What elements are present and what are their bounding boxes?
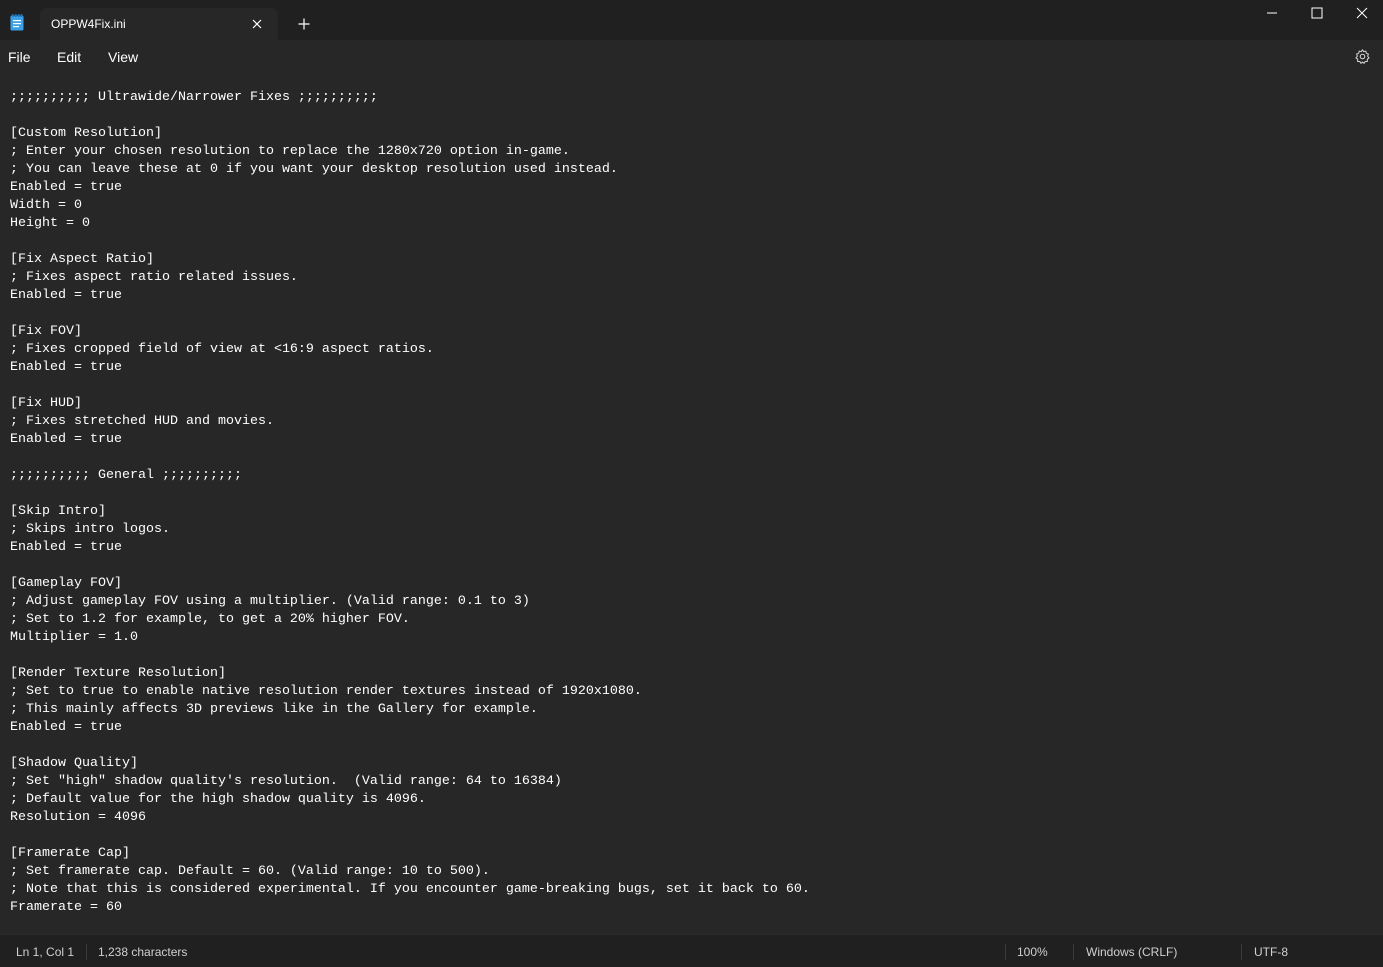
editor-line[interactable]: ; Enter your chosen resolution to replac… xyxy=(10,143,810,161)
editor-line[interactable] xyxy=(10,377,810,395)
editor-line[interactable]: [Skip Intro] xyxy=(10,503,810,521)
maximize-icon xyxy=(1311,7,1323,19)
editor-line[interactable]: ; Set to 1.2 for example, to get a 20% h… xyxy=(10,611,810,629)
editor-line[interactable]: [Fix Aspect Ratio] xyxy=(10,251,810,269)
close-icon xyxy=(1356,7,1368,19)
status-bar: Ln 1, Col 1 1,238 characters 100% Window… xyxy=(0,934,1383,967)
status-divider xyxy=(1073,944,1074,960)
editor-line[interactable]: ; Fixes cropped field of view at <16:9 a… xyxy=(10,341,810,359)
editor-line[interactable]: Resolution = 4096 xyxy=(10,809,810,827)
editor-line[interactable]: ; Fixes stretched HUD and movies. xyxy=(10,413,810,431)
editor-line[interactable]: [Render Texture Resolution] xyxy=(10,665,810,683)
editor-line[interactable] xyxy=(10,485,810,503)
text-editor[interactable]: ;;;;;;;;;; Ultrawide/Narrower Fixes ;;;;… xyxy=(0,74,1383,934)
gear-icon[interactable] xyxy=(1354,48,1371,65)
editor-line[interactable]: Enabled = true xyxy=(10,359,810,377)
editor-line[interactable]: ; Adjust gameplay FOV using a multiplier… xyxy=(10,593,810,611)
tab-title: OPPW4Fix.ini xyxy=(51,17,126,31)
editor-line[interactable] xyxy=(10,827,810,845)
menu-edit[interactable]: Edit xyxy=(57,49,81,65)
editor-line[interactable]: Width = 0 xyxy=(10,197,810,215)
editor-line[interactable] xyxy=(10,107,810,125)
editor-line[interactable]: Height = 0 xyxy=(10,215,810,233)
minimize-button[interactable] xyxy=(1249,0,1295,28)
editor-line[interactable]: [Gameplay FOV] xyxy=(10,575,810,593)
editor-line[interactable]: ; This mainly affects 3D previews like i… xyxy=(10,701,810,719)
editor-line[interactable]: [Framerate Cap] xyxy=(10,845,810,863)
zoom-level[interactable]: 100% xyxy=(1017,945,1048,959)
notepad-icon xyxy=(10,14,24,31)
editor-line[interactable] xyxy=(10,647,810,665)
notepad-window: OPPW4Fix.ini File Edit View ;;;;;;;;;; U… xyxy=(0,0,1383,967)
encoding[interactable]: UTF-8 xyxy=(1254,945,1288,959)
editor-line[interactable]: Multiplier = 1.0 xyxy=(10,629,810,647)
editor-line[interactable]: ; Skips intro logos. xyxy=(10,521,810,539)
editor-line[interactable]: Enabled = true xyxy=(10,719,810,737)
menu-view[interactable]: View xyxy=(108,49,138,65)
close-window-button[interactable] xyxy=(1339,0,1383,28)
title-bar: OPPW4Fix.ini xyxy=(0,0,1383,40)
editor-line[interactable] xyxy=(10,737,810,755)
editor-line[interactable]: ; Set "high" shadow quality's resolution… xyxy=(10,773,810,791)
editor-line[interactable]: Enabled = true xyxy=(10,539,810,557)
editor-line[interactable]: [Fix HUD] xyxy=(10,395,810,413)
status-divider xyxy=(86,944,87,960)
editor-content[interactable]: ;;;;;;;;;; Ultrawide/Narrower Fixes ;;;;… xyxy=(10,89,810,917)
editor-line[interactable] xyxy=(10,557,810,575)
tab-oppw4fix[interactable]: OPPW4Fix.ini xyxy=(40,8,278,40)
editor-line[interactable]: ; Note that this is considered experimen… xyxy=(10,881,810,899)
editor-line[interactable]: [Custom Resolution] xyxy=(10,125,810,143)
menu-file[interactable]: File xyxy=(8,49,31,65)
editor-line[interactable]: ; Set framerate cap. Default = 60. (Vali… xyxy=(10,863,810,881)
character-count: 1,238 characters xyxy=(98,945,188,959)
editor-line[interactable]: [Shadow Quality] xyxy=(10,755,810,773)
editor-line[interactable]: Enabled = true xyxy=(10,287,810,305)
minimize-icon xyxy=(1267,12,1277,14)
status-divider xyxy=(1241,944,1242,960)
editor-line[interactable]: ; Default value for the high shadow qual… xyxy=(10,791,810,809)
editor-line[interactable] xyxy=(10,305,810,323)
editor-line[interactable]: Enabled = true xyxy=(10,431,810,449)
menu-bar: File Edit View xyxy=(0,40,1383,74)
maximize-button[interactable] xyxy=(1294,0,1340,28)
line-ending[interactable]: Windows (CRLF) xyxy=(1086,945,1177,959)
editor-line[interactable]: ;;;;;;;;;; General ;;;;;;;;;; xyxy=(10,467,810,485)
editor-line[interactable]: ; You can leave these at 0 if you want y… xyxy=(10,161,810,179)
editor-line[interactable] xyxy=(10,233,810,251)
status-divider xyxy=(1005,944,1006,960)
editor-line[interactable]: ;;;;;;;;;; Ultrawide/Narrower Fixes ;;;;… xyxy=(10,89,810,107)
close-icon[interactable] xyxy=(250,17,264,31)
editor-line[interactable]: ; Fixes aspect ratio related issues. xyxy=(10,269,810,287)
plus-icon[interactable] xyxy=(296,16,312,32)
editor-line[interactable]: Framerate = 60 xyxy=(10,899,810,917)
editor-line[interactable]: Enabled = true xyxy=(10,179,810,197)
editor-line[interactable]: [Fix FOV] xyxy=(10,323,810,341)
editor-line[interactable] xyxy=(10,449,810,467)
editor-line[interactable]: ; Set to true to enable native resolutio… xyxy=(10,683,810,701)
cursor-position: Ln 1, Col 1 xyxy=(16,945,75,959)
